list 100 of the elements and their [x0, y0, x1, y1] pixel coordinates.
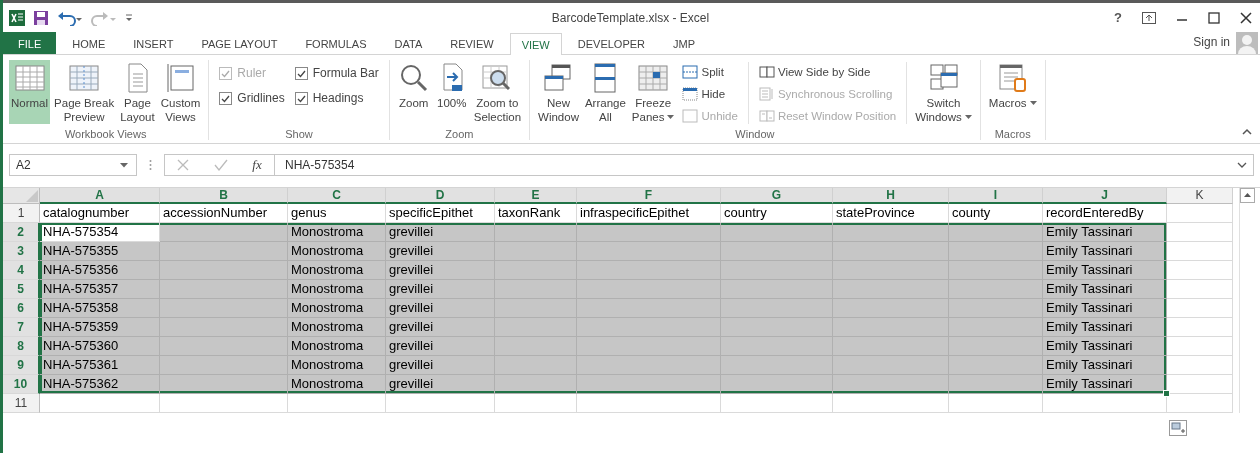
row-header[interactable]: 3	[3, 242, 40, 261]
column-header[interactable]: D	[386, 188, 495, 204]
table-cell: Monostroma	[288, 299, 386, 318]
table-cell: Monostroma	[288, 242, 386, 261]
row-header[interactable]: 4	[3, 261, 40, 280]
ribbon-button[interactable]: View Side by Side	[758, 62, 897, 81]
hide-window-icon	[682, 85, 699, 102]
expand-icon[interactable]	[1237, 162, 1247, 168]
ribbon-button[interactable]: Switch Windows	[913, 60, 974, 124]
customize-caret-icon[interactable]	[125, 11, 133, 24]
insert-function-button[interactable]: fx	[252, 157, 262, 173]
column-header[interactable]: K	[1167, 188, 1233, 204]
macro-sheet-icon	[996, 62, 1029, 94]
save-icon[interactable]	[33, 9, 49, 26]
row-header[interactable]: 7	[3, 318, 40, 337]
row-header[interactable]: 6	[3, 299, 40, 318]
ribbon-tab[interactable]: VIEW	[509, 33, 562, 55]
window-frame-icon	[164, 62, 197, 94]
sign-in-link[interactable]: Sign in	[1187, 34, 1236, 50]
column-header[interactable]: C	[288, 188, 386, 204]
row-header[interactable]: 11	[3, 394, 40, 413]
row-header[interactable]: 1	[3, 204, 40, 223]
close-icon[interactable]	[1240, 11, 1252, 24]
table-cell: genus	[288, 204, 386, 223]
row-header[interactable]: 2	[3, 223, 40, 242]
file-tab[interactable]: FILE	[3, 32, 57, 54]
caret-icon	[1029, 101, 1037, 107]
ribbon-button[interactable]: New Window	[536, 60, 581, 124]
caret-icon	[667, 115, 675, 121]
ribbon-tab[interactable]: FORMULAS	[293, 32, 379, 54]
drag-handle-icon[interactable]	[149, 159, 152, 171]
quick-analysis-icon[interactable]	[1169, 420, 1187, 436]
column-header[interactable]: E	[495, 188, 577, 204]
ribbon-button[interactable]: Arrange All	[582, 60, 628, 124]
row-header[interactable]: 5	[3, 280, 40, 299]
table-cell: grevillei	[386, 299, 495, 318]
table-cell: Emily Tassinari	[1043, 356, 1167, 375]
checkbox[interactable]: Gridlines	[219, 87, 285, 109]
table-cell: infraspecificEpithet	[577, 204, 721, 223]
ribbon-tab[interactable]: DATA	[382, 32, 435, 54]
ribbon-button[interactable]: Macros	[986, 60, 1039, 124]
frozen-grid-icon	[637, 62, 670, 94]
table-cell: Emily Tassinari	[1043, 375, 1167, 394]
split-icon	[682, 63, 699, 80]
ribbon-button[interactable]: Zoom	[395, 60, 432, 124]
group-label: Macros	[994, 128, 1031, 140]
ribbon-button[interactable]: Hide	[682, 84, 738, 103]
ribbon-tab[interactable]: JMP	[661, 32, 707, 54]
table-cell: Monostroma	[288, 375, 386, 394]
ribbon-button[interactable]: Page Layout	[118, 60, 157, 124]
page-grid-icon	[68, 62, 101, 94]
caret-icon	[964, 115, 972, 121]
column-header[interactable]: G	[721, 188, 833, 204]
help-button[interactable]: ?	[1114, 10, 1122, 25]
row-header[interactable]: 9	[3, 356, 40, 375]
table-cell: grevillei	[386, 356, 495, 375]
table-cell: Monostroma	[288, 318, 386, 337]
group-label: Zoom	[445, 128, 474, 140]
table-cell: Emily Tassinari	[1043, 318, 1167, 337]
ribbon-button[interactable]: Page Break Preview	[52, 60, 117, 124]
column-header[interactable]: H	[833, 188, 949, 204]
formula-field[interactable]: NHA-575354	[274, 154, 1254, 176]
column-header[interactable]: B	[160, 188, 288, 204]
window-title: BarcodeTemplate.xlsx - Excel	[550, 10, 711, 25]
column-header[interactable]: J	[1043, 188, 1167, 204]
table-cell: Emily Tassinari	[1043, 337, 1167, 356]
table-cell: Monostroma	[288, 356, 386, 375]
table-cell: catalognumber	[40, 204, 160, 223]
ribbon-button[interactable]: Freeze Panes	[629, 60, 677, 124]
ribbon-tab[interactable]: REVIEW	[438, 32, 506, 54]
column-header[interactable]: F	[577, 188, 721, 204]
unhide-window-icon	[682, 107, 699, 124]
row-header[interactable]: 8	[3, 337, 40, 356]
column-header[interactable]: I	[949, 188, 1043, 204]
table-cell: Emily Tassinari	[1043, 280, 1167, 299]
table-cell: Emily Tassinari	[1043, 223, 1167, 242]
ribbon-button[interactable]: Custom Views	[158, 60, 203, 124]
table-cell: specificEpithet	[386, 204, 495, 223]
side-by-side-icon	[758, 63, 775, 80]
ribbon-tab[interactable]: HOME	[60, 32, 118, 54]
scroll-up-icon[interactable]	[1240, 188, 1255, 203]
ribbon-button[interactable]: Zoom to Selection	[471, 60, 524, 124]
ribbon-button[interactable]: 100%	[433, 60, 470, 124]
checkbox[interactable]: Formula Bar	[294, 62, 379, 84]
ribbon-button[interactable]: Normal	[9, 60, 51, 124]
name-box[interactable]: A2	[9, 154, 137, 176]
collapse-ribbon-icon[interactable]	[1242, 128, 1252, 135]
grid-icon	[13, 62, 46, 94]
table-cell: Emily Tassinari	[1043, 261, 1167, 280]
ribbon-display-icon[interactable]	[1142, 11, 1156, 24]
ribbon-button[interactable]: Split	[682, 62, 738, 81]
ribbon-tab[interactable]: PAGE LAYOUT	[189, 32, 290, 54]
maximize-icon[interactable]	[1208, 11, 1220, 24]
checkbox[interactable]: Headings	[294, 87, 379, 109]
column-header[interactable]: A	[40, 188, 160, 204]
row-header[interactable]: 10	[3, 375, 40, 394]
group-label: Window	[735, 128, 775, 140]
undo-icon[interactable]	[57, 9, 83, 26]
ribbon-tab[interactable]: INSERT	[121, 32, 186, 54]
ribbon-tab[interactable]: DEVELOPER	[565, 32, 657, 54]
